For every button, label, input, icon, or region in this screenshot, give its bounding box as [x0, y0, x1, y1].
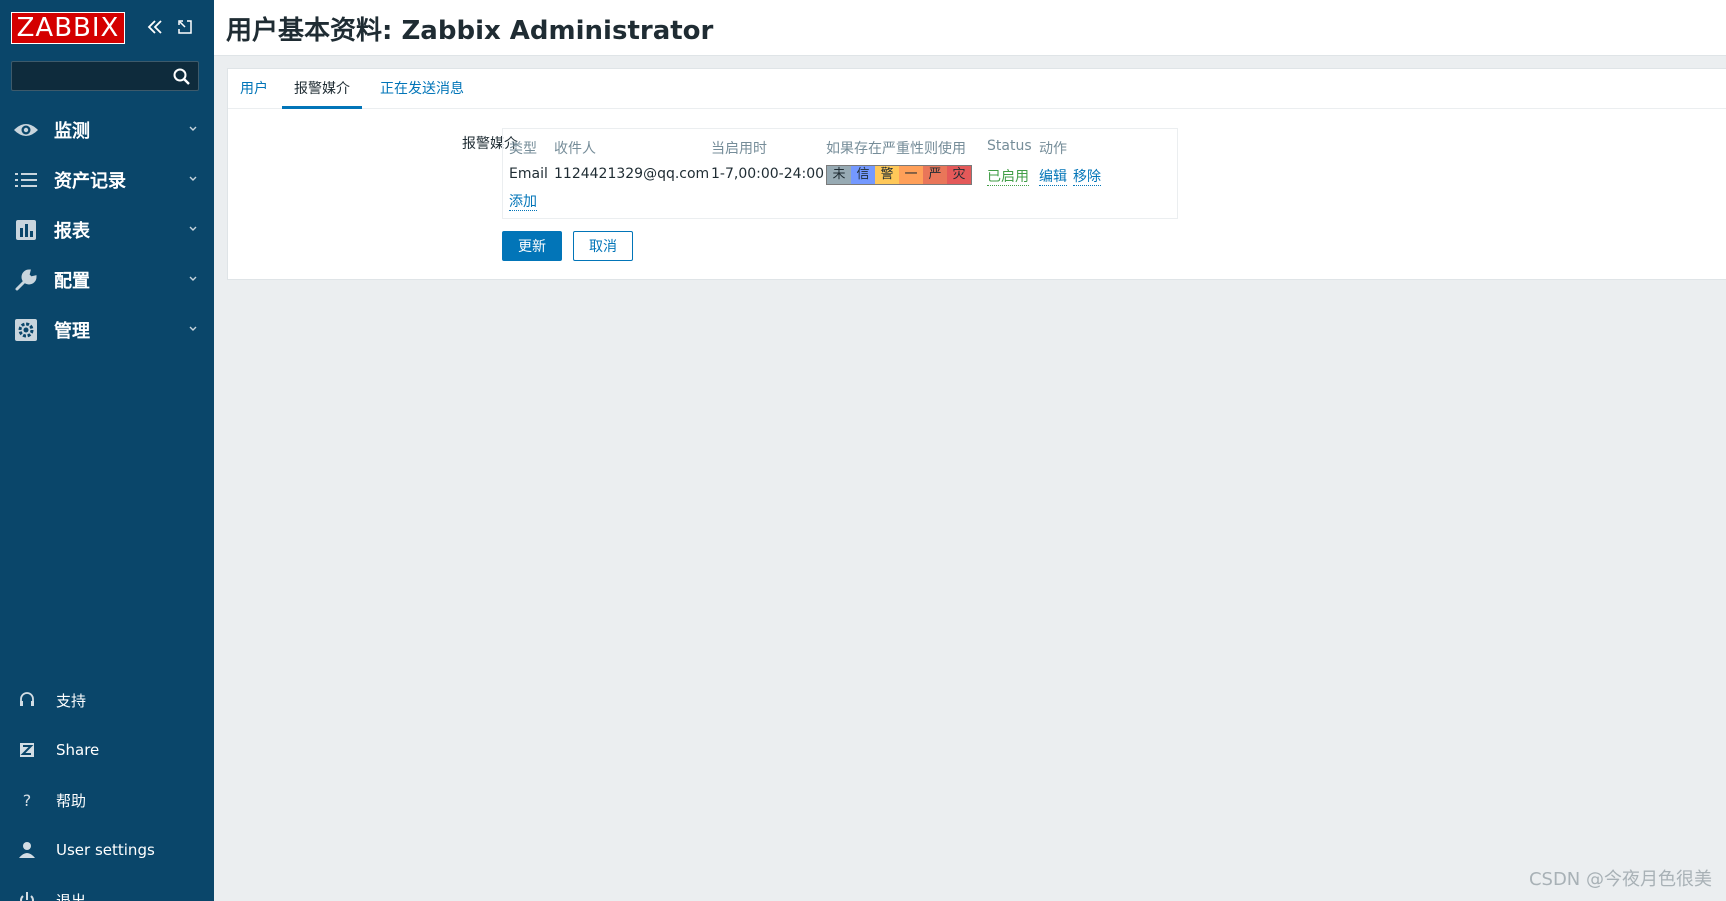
column-header-type: 类型 [509, 141, 537, 157]
media-table: 类型 收件人 当启用时 如果存在严重性则使用 Status 动作 Email 1… [502, 128, 1178, 219]
severity-bar: 未 信 警 一 严 灾 [826, 165, 972, 185]
column-header-recipient: 收件人 [554, 141, 596, 157]
status-enabled-link[interactable]: 已启用 [987, 169, 1029, 186]
expand-icon[interactable] [174, 16, 196, 38]
menu-item-reports[interactable]: 报表 [0, 205, 214, 255]
menu-item-configuration[interactable]: 配置 [0, 255, 214, 305]
eye-icon [12, 117, 40, 143]
zabbix-share-icon [16, 739, 38, 761]
severity-warning: 警 [875, 166, 899, 184]
footer-menu: 支持 Share ? 帮助 User settings 退出 [0, 675, 214, 901]
menu-item-support[interactable]: 支持 [0, 675, 214, 725]
column-header-severity: 如果存在严重性则使用 [826, 141, 966, 157]
power-icon [16, 889, 38, 901]
chevron-down-icon [189, 176, 197, 181]
severity-not-classified: 未 [827, 166, 851, 184]
menu-label: Share [56, 741, 100, 759]
add-media-link[interactable]: 添加 [509, 194, 537, 211]
column-header-status: Status [987, 138, 1032, 154]
severity-average: 一 [899, 166, 923, 184]
list-icon [12, 167, 40, 193]
menu-label: 支持 [56, 691, 87, 710]
menu-item-inventory[interactable]: 资产记录 [0, 155, 214, 205]
menu-label: User settings [56, 841, 155, 859]
update-button[interactable]: 更新 [502, 231, 562, 261]
column-header-when-active: 当启用时 [711, 141, 767, 157]
user-profile-form: 用户 报警媒介 正在发送消息 报警媒介 类型 收件人 当启用时 如果存在严重性则… [227, 68, 1726, 280]
menu-label: 帮助 [56, 791, 87, 810]
severity-information: 信 [851, 166, 875, 184]
search-input[interactable] [11, 61, 199, 91]
severity-high: 严 [923, 166, 947, 184]
tab-messaging[interactable]: 正在发送消息 [368, 69, 476, 109]
column-header-action: 动作 [1039, 141, 1067, 157]
main-menu: 监测 资产记录 报表 配置 管理 [0, 105, 214, 355]
edit-link[interactable]: 编辑 [1039, 169, 1067, 186]
menu-label: 退出 [56, 891, 87, 901]
media-when-active: 1-7,00:00-24:00 [711, 166, 825, 182]
bar-chart-icon [12, 217, 40, 243]
menu-label: 监测 [54, 121, 90, 142]
tab-media[interactable]: 报警媒介 [282, 69, 362, 109]
page-title: 用户基本资料: Zabbix Administrator [226, 16, 714, 46]
watermark: CSDN @今夜月色很美 [1528, 869, 1712, 890]
menu-label: 报表 [54, 221, 90, 242]
sidebar: ZABBIX 监测 资产记录 报表 配置 管理 支持 Share ? 帮助 Us… [0, 0, 214, 901]
menu-item-administration[interactable]: 管理 [0, 305, 214, 355]
menu-item-share[interactable]: Share [0, 725, 214, 775]
chevron-down-icon [189, 276, 197, 281]
remove-link[interactable]: 移除 [1073, 169, 1101, 186]
user-icon [16, 839, 38, 861]
menu-label: 资产记录 [54, 171, 126, 192]
menu-item-user-settings[interactable]: User settings [0, 825, 214, 875]
headset-icon [16, 689, 38, 711]
menu-item-monitoring[interactable]: 监测 [0, 105, 214, 155]
wrench-icon [12, 267, 40, 293]
chevron-down-icon [189, 226, 197, 231]
media-recipient: 1124421329@qq.com [554, 166, 710, 182]
menu-label: 配置 [54, 271, 90, 292]
page-header: 用户基本资料: Zabbix Administrator [214, 0, 1726, 56]
tab-bar: 用户 报警媒介 正在发送消息 [228, 69, 1726, 109]
menu-item-help[interactable]: ? 帮助 [0, 775, 214, 825]
brand-row: ZABBIX [11, 12, 125, 44]
zabbix-logo[interactable]: ZABBIX [11, 12, 125, 44]
media-type: Email [509, 166, 548, 182]
menu-label: 管理 [54, 321, 90, 342]
search-icon[interactable] [172, 67, 192, 87]
cancel-button[interactable]: 取消 [573, 231, 633, 261]
help-icon: ? [22, 790, 32, 810]
chevron-down-icon [189, 126, 197, 131]
gear-icon [12, 317, 40, 343]
chevron-down-icon [189, 326, 197, 331]
menu-item-sign-out[interactable]: 退出 [0, 875, 214, 901]
severity-disaster: 灾 [947, 166, 971, 184]
tab-user[interactable]: 用户 [228, 69, 280, 109]
double-chevron-left-icon[interactable] [144, 16, 166, 38]
